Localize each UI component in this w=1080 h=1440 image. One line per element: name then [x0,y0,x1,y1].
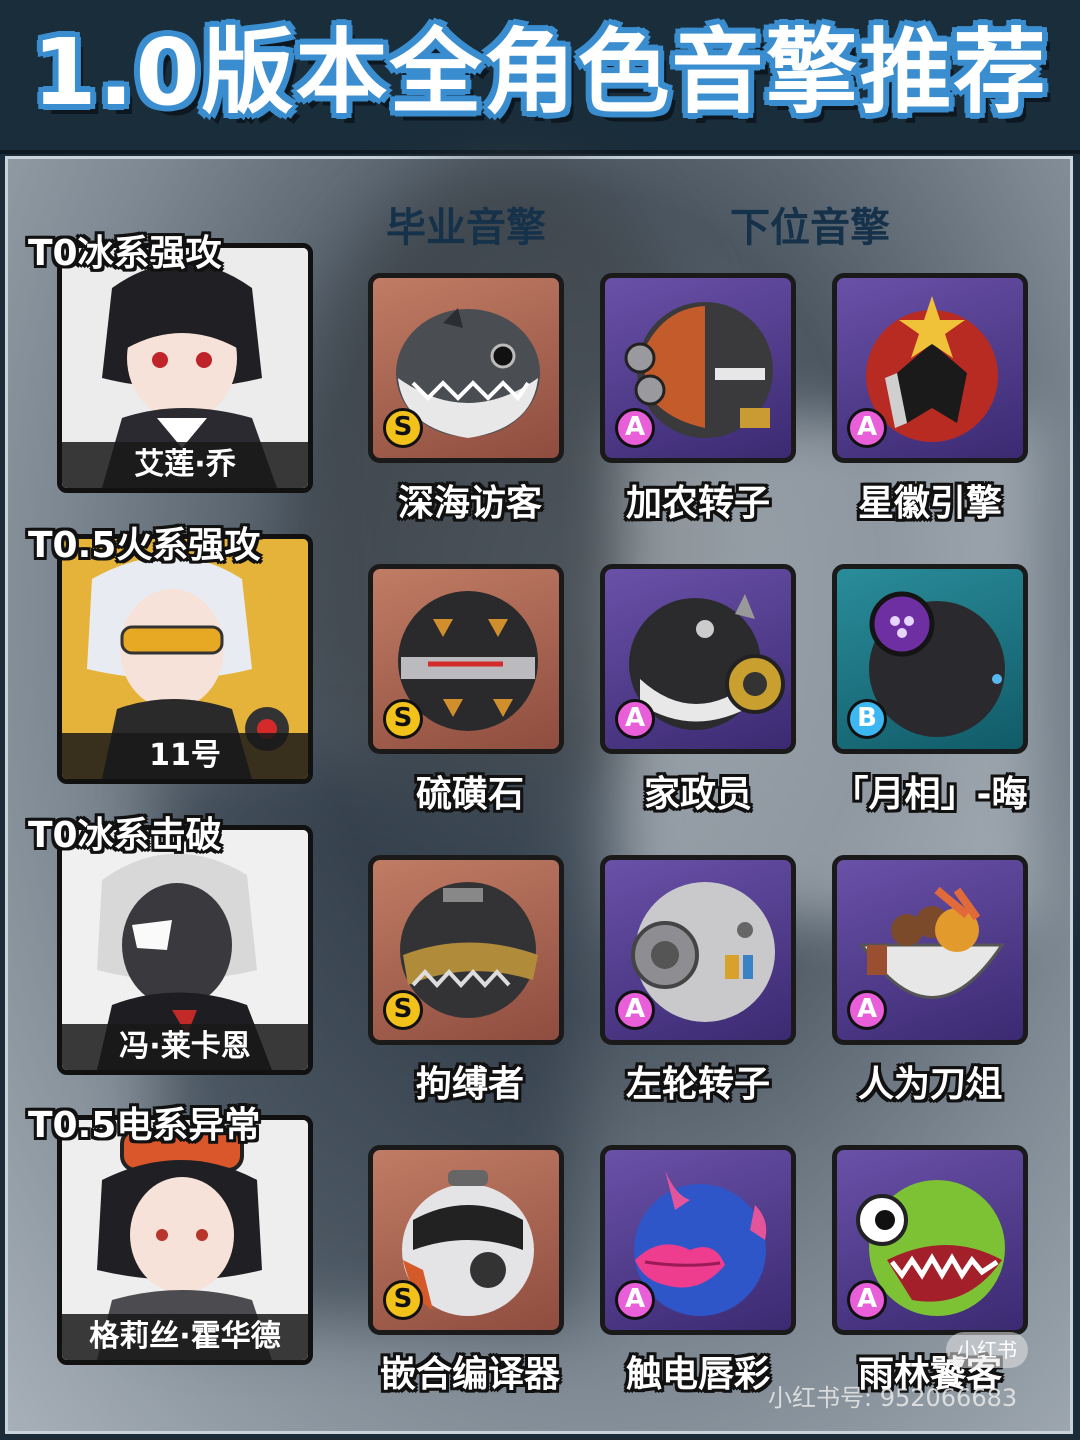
character-name: 冯·莱卡恩 [62,1024,308,1070]
watermark-text: 小红书号: 952066683 [768,1384,1018,1412]
tier-label: T0冰系击破 [28,815,222,856]
tier-label: T0.5火系强攻 [28,525,261,566]
engine-card[interactable]: S [368,564,564,754]
engine-name: 拘缚者 [415,1064,524,1105]
character-card[interactable]: 冯·莱卡恩 [57,825,313,1075]
column-header-best: 毕业音擎 [386,205,546,251]
header-banner: 1.0版本全角色音擎推荐 [0,0,1080,154]
engine-name: 家政员 [643,774,752,815]
column-header-alt: 下位音擎 [730,205,890,251]
rank-badge: S [383,1280,423,1320]
character-card[interactable]: 艾莲·乔 [57,243,313,493]
rank-badge: A [847,1280,887,1320]
engine-card[interactable]: A [832,855,1028,1045]
rank-badge: A [615,408,655,448]
rank-badge: A [847,408,887,448]
tier-label: T0冰系强攻 [28,233,222,274]
character-name: 11号 [62,733,308,779]
engine-name: 嵌合编译器 [379,1354,560,1395]
watermark-logo: 小红书 [946,1332,1028,1368]
engine-name: 深海访客 [397,483,542,524]
character-card[interactable]: 格莉丝·霍华德 [57,1115,313,1365]
engine-card[interactable]: S [368,855,564,1045]
engine-name: 加农转子 [625,483,770,524]
rank-badge: B [847,699,887,739]
rank-badge: A [847,990,887,1030]
engine-name: 硫磺石 [415,774,524,815]
rank-badge: S [383,699,423,739]
engine-name: 左轮转子 [625,1064,770,1105]
page-title: 1.0版本全角色音擎推荐 [32,19,1048,126]
engine-card[interactable]: S [368,273,564,463]
rank-badge: A [615,699,655,739]
engine-card[interactable]: B [832,564,1028,754]
rank-badge: A [615,990,655,1030]
engine-name: 星徽引擎 [857,483,1002,524]
engine-card[interactable]: A [600,855,796,1045]
rank-badge: A [615,1280,655,1320]
tier-label: T0.5电系异常 [28,1105,261,1146]
character-card[interactable]: 11号 [57,534,313,784]
rank-badge: S [383,408,423,448]
engine-name: 「月相」-晦 [832,774,1028,815]
engine-card[interactable]: A [832,1145,1028,1335]
page: 1.0版本全角色音擎推荐 毕业音擎 下位音擎 T0冰系强攻 艾莲·乔 S 深海访… [0,0,1080,1440]
engine-card[interactable]: A [832,273,1028,463]
engine-card[interactable]: S [368,1145,564,1335]
engine-name: 人为刀俎 [857,1064,1002,1105]
character-name: 艾莲·乔 [62,442,308,488]
engine-card[interactable]: A [600,1145,796,1335]
character-name: 格莉丝·霍华德 [62,1314,308,1360]
engine-card[interactable]: A [600,564,796,754]
rank-badge: S [383,990,423,1030]
engine-card[interactable]: A [600,273,796,463]
